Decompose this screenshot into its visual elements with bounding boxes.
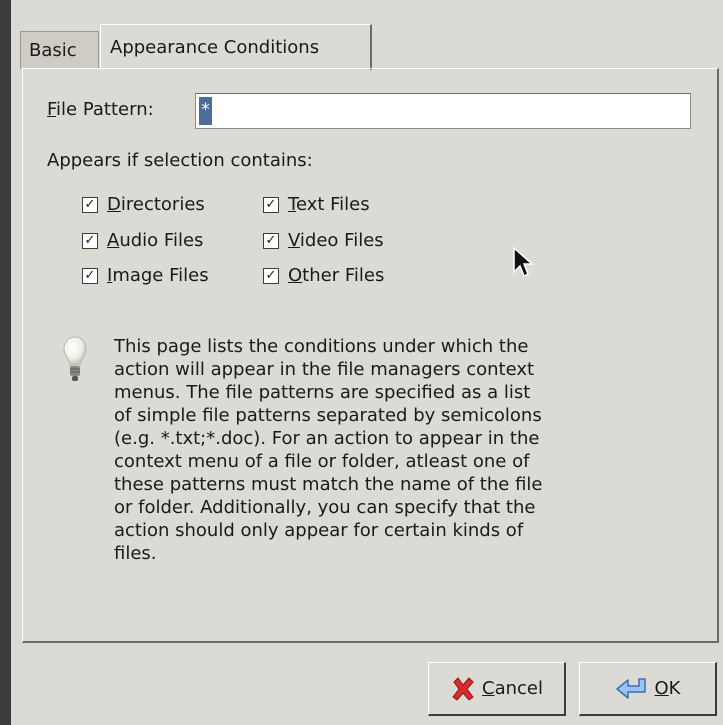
checkbox-other-files-label: Other Files (288, 265, 385, 286)
checkbox-directories-label: Directories (107, 194, 205, 215)
file-pattern-input[interactable]: * (195, 93, 691, 129)
mouse-pointer-icon (513, 246, 534, 278)
checkbox-text-files[interactable]: ✓ Text Files (263, 194, 370, 215)
file-pattern-label: File Pattern: (47, 99, 154, 120)
checkbox-image-files-label: Image Files (107, 265, 209, 286)
ok-label: OK (654, 678, 681, 699)
checkbox-other-files[interactable]: ✓ Other Files (263, 265, 384, 286)
appears-if-label: Appears if selection contains: (47, 150, 313, 171)
hint-text: This page lists the conditions under whi… (114, 336, 543, 564)
checkbox-audio-files-label: Audio Files (107, 230, 204, 251)
window-left-border (0, 0, 11, 725)
enter-arrow-icon (615, 677, 646, 699)
checkbox-audio-files-box[interactable]: ✓ (82, 232, 98, 249)
cancel-button[interactable]: Cancel (428, 662, 566, 716)
checkbox-image-files-box[interactable]: ✓ (82, 267, 98, 284)
ok-button[interactable]: OK (579, 662, 717, 716)
file-pattern-mnemonic: F (47, 99, 57, 120)
lightbulb-icon (63, 336, 87, 381)
tab-appearance-conditions-label: Appearance Conditions (110, 37, 320, 58)
checkbox-text-files-box[interactable]: ✓ (263, 196, 279, 213)
checkbox-directories[interactable]: ✓ Directories (82, 194, 205, 215)
checkbox-audio-files[interactable]: ✓ Audio Files (82, 230, 203, 251)
checkbox-image-files[interactable]: ✓ Image Files (82, 265, 209, 286)
cancel-label: Cancel (482, 678, 543, 699)
tab-basic-label: Basic (29, 40, 77, 61)
tab-basic[interactable]: Basic (20, 31, 99, 69)
checkbox-text-files-label: Text Files (288, 194, 370, 215)
file-pattern-value: * (199, 97, 212, 125)
cancel-icon (452, 676, 474, 701)
checkbox-video-files[interactable]: ✓ Video Files (263, 230, 384, 251)
file-pattern-label-text: ile Pattern: (56, 99, 154, 120)
checkbox-video-files-box[interactable]: ✓ (263, 232, 279, 249)
checkbox-directories-box[interactable]: ✓ (82, 196, 98, 213)
checkbox-other-files-box[interactable]: ✓ (263, 267, 279, 284)
tab-appearance-conditions[interactable]: Appearance Conditions (100, 24, 372, 70)
checkbox-video-files-label: Video Files (288, 230, 384, 251)
